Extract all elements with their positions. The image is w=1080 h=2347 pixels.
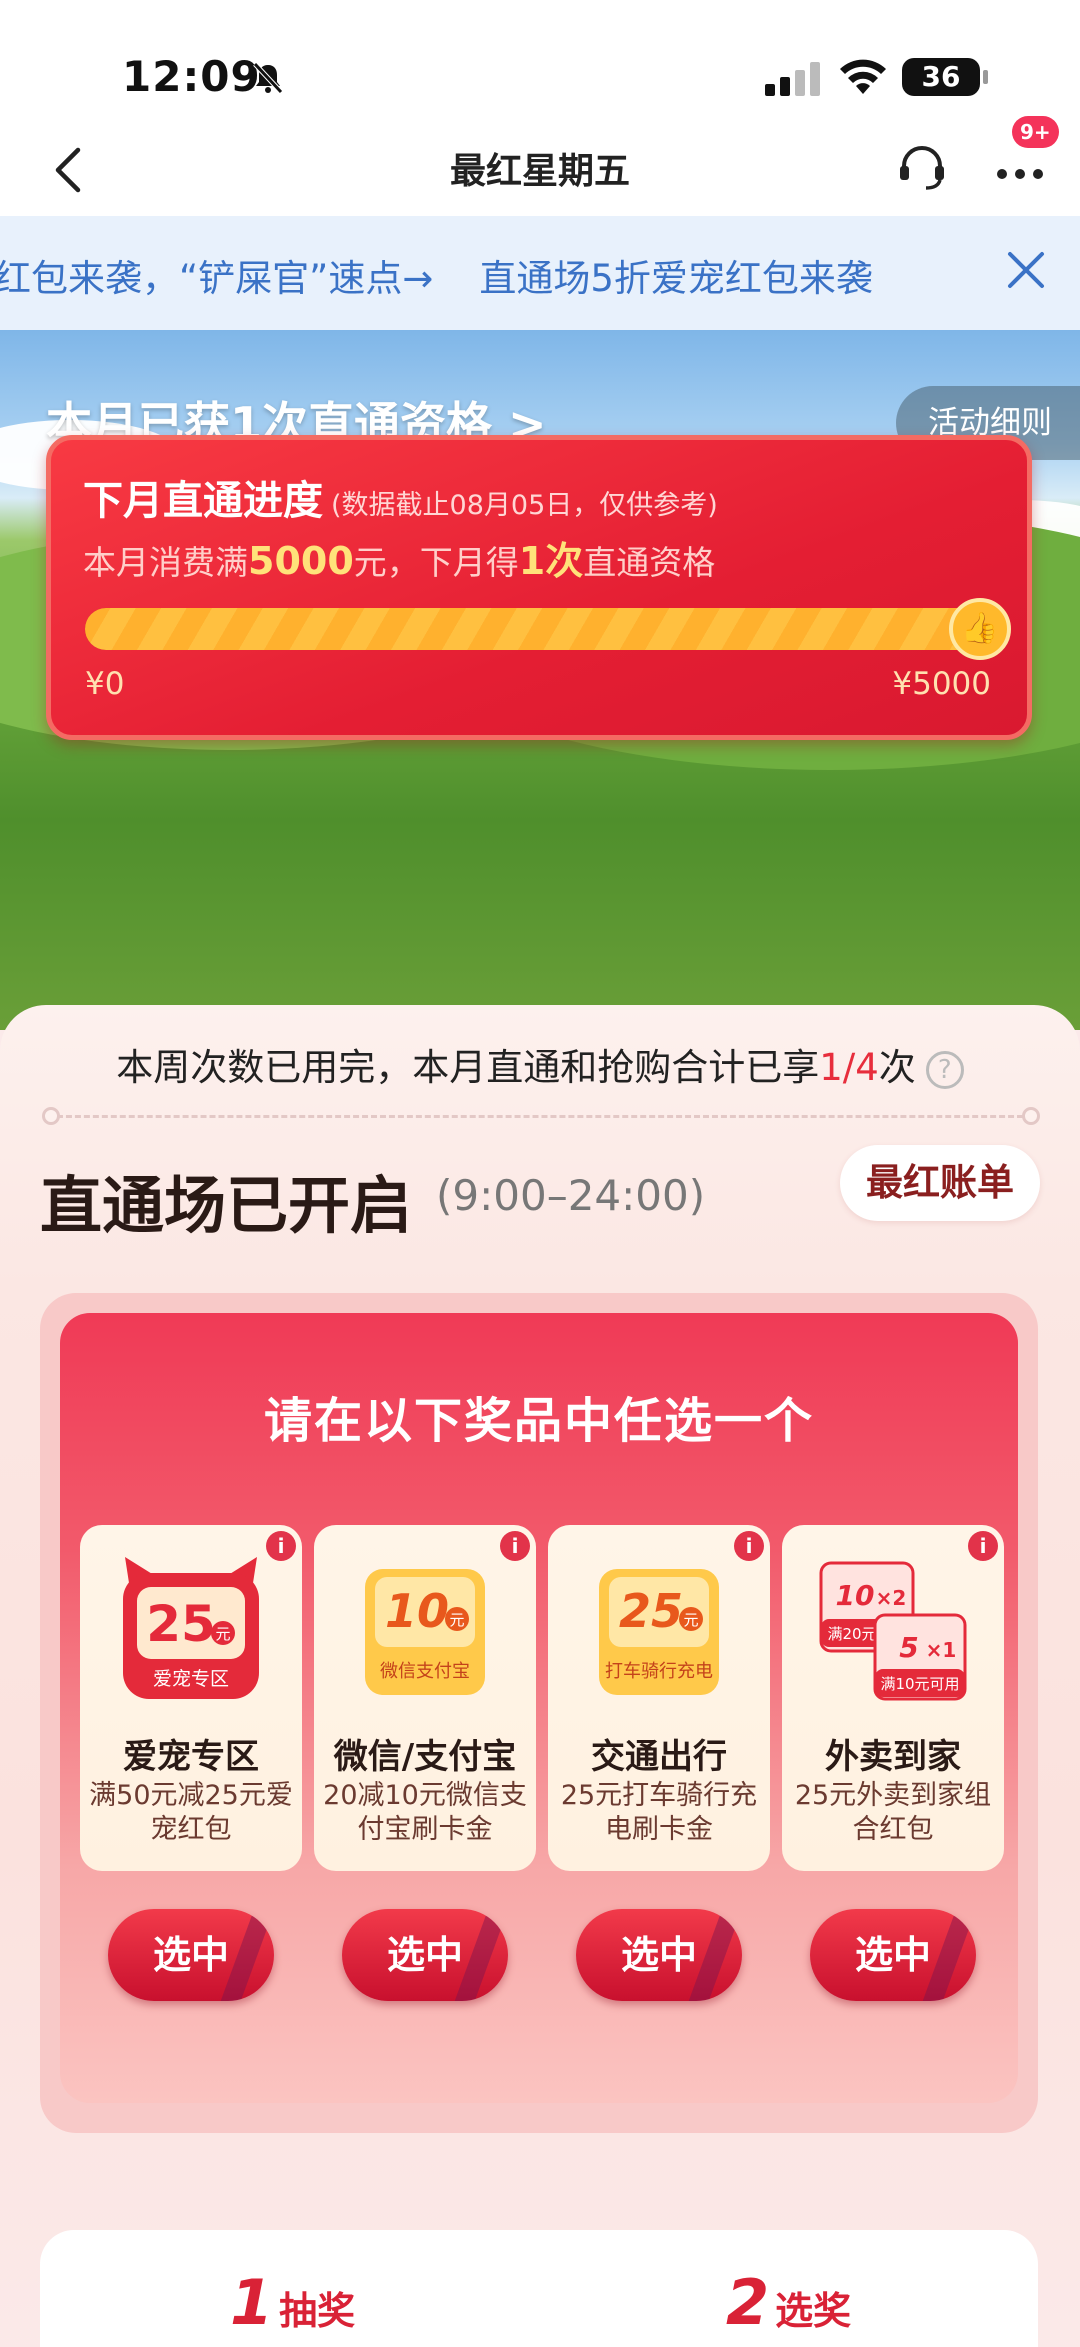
pet-coupon-icon: 25 元 爱宠专区 [123,1557,259,1699]
prize-card-transport[interactable]: i 25 元 打车骑行充电 交通出行 25元打车骑行充电刷卡金 [548,1525,770,1871]
step-label: 选奖 [775,2289,852,2333]
progress-bar-fill [85,608,997,650]
prize-desc: 满50元减25元爱宠红包 [89,1780,293,1845]
section-title: 直通场已开启 [40,1169,413,1242]
info-icon[interactable]: i [968,1531,998,1561]
step-draw: 1 抽奖 [230,2266,355,2339]
step-number: 1 [230,2266,274,2339]
nav-bar: 最红星期五 9+ [0,116,1080,216]
progress-sub-prefix: 本月消费满 [83,543,248,582]
battery-icon: 36 [902,58,988,96]
cellular-signal-icon [765,62,820,96]
help-icon[interactable]: ? [925,1050,964,1089]
main-panel: 本周次数已用完，本月直通和抢购合计已享1/4次? 直通场已开启 (9:00–24… [0,1005,1080,2347]
section-hours: (9:00–24:00) [436,1171,706,1220]
progress-title-text: 下月直通进度 [83,478,323,524]
steps-card: 1 抽奖 2 选奖 [40,2230,1038,2347]
wifi-icon [840,59,886,94]
info-icon[interactable]: i [734,1531,764,1561]
payment-coupon-icon: 10 元 微信支付宝 [365,1569,485,1695]
customer-service-icon[interactable] [896,142,948,194]
prize-panel-inner: 请在以下奖品中任选一个 i 25 元 爱宠专区 爱宠专区 满50元减25元爱宠红… [60,1313,1018,2103]
select-button-delivery[interactable]: 选中 [810,1909,976,2001]
coupon-unit: 元 [215,1625,230,1643]
prize-panel: 请在以下奖品中任选一个 i 25 元 爱宠专区 爱宠专区 满50元减25元爱宠红… [40,1293,1038,2133]
coupon-amount: 25 [619,1584,683,1638]
progress-subtitle: 本月消费满5000元，下月得1次直通资格 [83,530,715,585]
select-button-transport[interactable]: 选中 [576,1909,742,2001]
progress-min-label: ¥0 [85,666,125,702]
step-number: 2 [726,2266,770,2339]
coupon-unit: 元 [449,1611,464,1629]
progress-bar: 👍 [85,598,1011,660]
divider-dot [42,1107,60,1125]
coupon-label: 打车骑行充电 [605,1661,713,1682]
coupon-amount: 10 [385,1584,449,1638]
marquee-item[interactable]: 红包来袭，“铲屎官”速点→ [0,257,433,300]
hero-banner: 本月已获1次直通资格 > 活动细则 已用 下月直通进度(数据截止08月05日，仅… [0,330,1080,1030]
prize-desc: 25元外卖到家组合红包 [794,1780,992,1845]
prize-name: 爱宠专区 [123,1737,259,1777]
status-time: 12:09 [122,52,261,101]
progress-card: 下月直通进度 (数据截止08月05日，仅供参考) 本月消费满5000元，下月得1次… [46,435,1032,740]
progress-sub-count: 1次 [518,539,584,583]
coupon-unit-2: ×1 [926,1638,957,1662]
notification-badge: 9+ [1012,116,1059,148]
more-menu-icon[interactable] [990,144,1050,194]
coupon-amount: 25 [146,1595,216,1653]
coupon-label: 爱宠专区 [153,1668,229,1690]
divider [48,1115,1032,1118]
prize-heading: 请在以下奖品中任选一个 [263,1393,814,1449]
delivery-coupon-icon: 10 ×2 满20元可用 5 ×1 满10元可用 [819,1561,967,1701]
coupon-amount: 10 [836,1579,875,1612]
prize-desc: 20减10元微信支付宝刷卡金 [323,1780,527,1845]
usage-count: 1/4 [819,1046,879,1089]
usage-summary: 本周次数已用完，本月直通和抢购合计已享1/4次? [0,1037,1080,1091]
progress-sub-suffix: 直通资格 [583,543,716,582]
close-icon[interactable] [1000,244,1052,296]
prize-name: 微信/支付宝 [333,1737,517,1777]
bill-button[interactable]: 最红账单 [840,1145,1040,1221]
bell-muted-icon [253,62,283,94]
coupon-label-2: 满10元可用 [880,1675,959,1693]
transport-coupon-icon: 25 元 打车骑行充电 [599,1569,719,1695]
announcement-marquee[interactable]: 红包来袭，“铲屎官”速点→ 直通场5折爱宠红包来袭 [0,216,1080,330]
info-icon[interactable]: i [500,1531,530,1561]
info-icon[interactable]: i [266,1531,296,1561]
prize-name: 外卖到家 [825,1737,961,1777]
status-bar: 12:09 36 [0,0,1080,130]
prize-card-pet[interactable]: i 25 元 爱宠专区 爱宠专区 满50元减25元爱宠红包 [80,1525,302,1871]
progress-note: (数据截止08月05日，仅供参考) [331,490,718,521]
select-button-wechat-alipay[interactable]: 选中 [342,1909,508,2001]
select-button-pet[interactable]: 选中 [108,1909,274,2001]
progress-max-label: ¥5000 [892,666,991,702]
coupon-amount-2: 5 [899,1631,918,1664]
coupon-unit: 元 [683,1611,698,1629]
thumbs-up-icon: 👍 [949,598,1011,660]
marquee-item[interactable]: 直通场5折爱宠红包来袭 [479,257,873,300]
usage-unit: 次 [878,1046,916,1089]
progress-title: 下月直通进度 (数据截止08月05日，仅供参考) [83,468,718,526]
progress-sub-mid: 元，下月得 [353,543,519,582]
prize-desc: 25元打车骑行充电刷卡金 [560,1780,758,1845]
coupon-unit: ×2 [876,1586,907,1610]
prize-name: 交通出行 [591,1737,727,1777]
coupon-label: 微信支付宝 [380,1661,470,1682]
step-select: 2 选奖 [726,2266,851,2339]
usage-text: 本周次数已用完，本月直通和抢购合计已享 [116,1046,820,1089]
prize-card-wechat-alipay[interactable]: i 10 元 微信支付宝 微信/支付宝 20减10元微信支付宝刷卡金 [314,1525,536,1871]
marquee-track: 红包来袭，“铲屎官”速点→ 直通场5折爱宠红包来袭 [0,248,919,302]
divider-dot [1022,1107,1040,1125]
progress-sub-amount: 5000 [248,539,354,583]
prize-card-delivery[interactable]: i 10 ×2 满20元可用 5 ×1 满10元可用 外卖到家 25元外卖到家组… [782,1525,1004,1871]
step-label: 抽奖 [279,2289,356,2333]
